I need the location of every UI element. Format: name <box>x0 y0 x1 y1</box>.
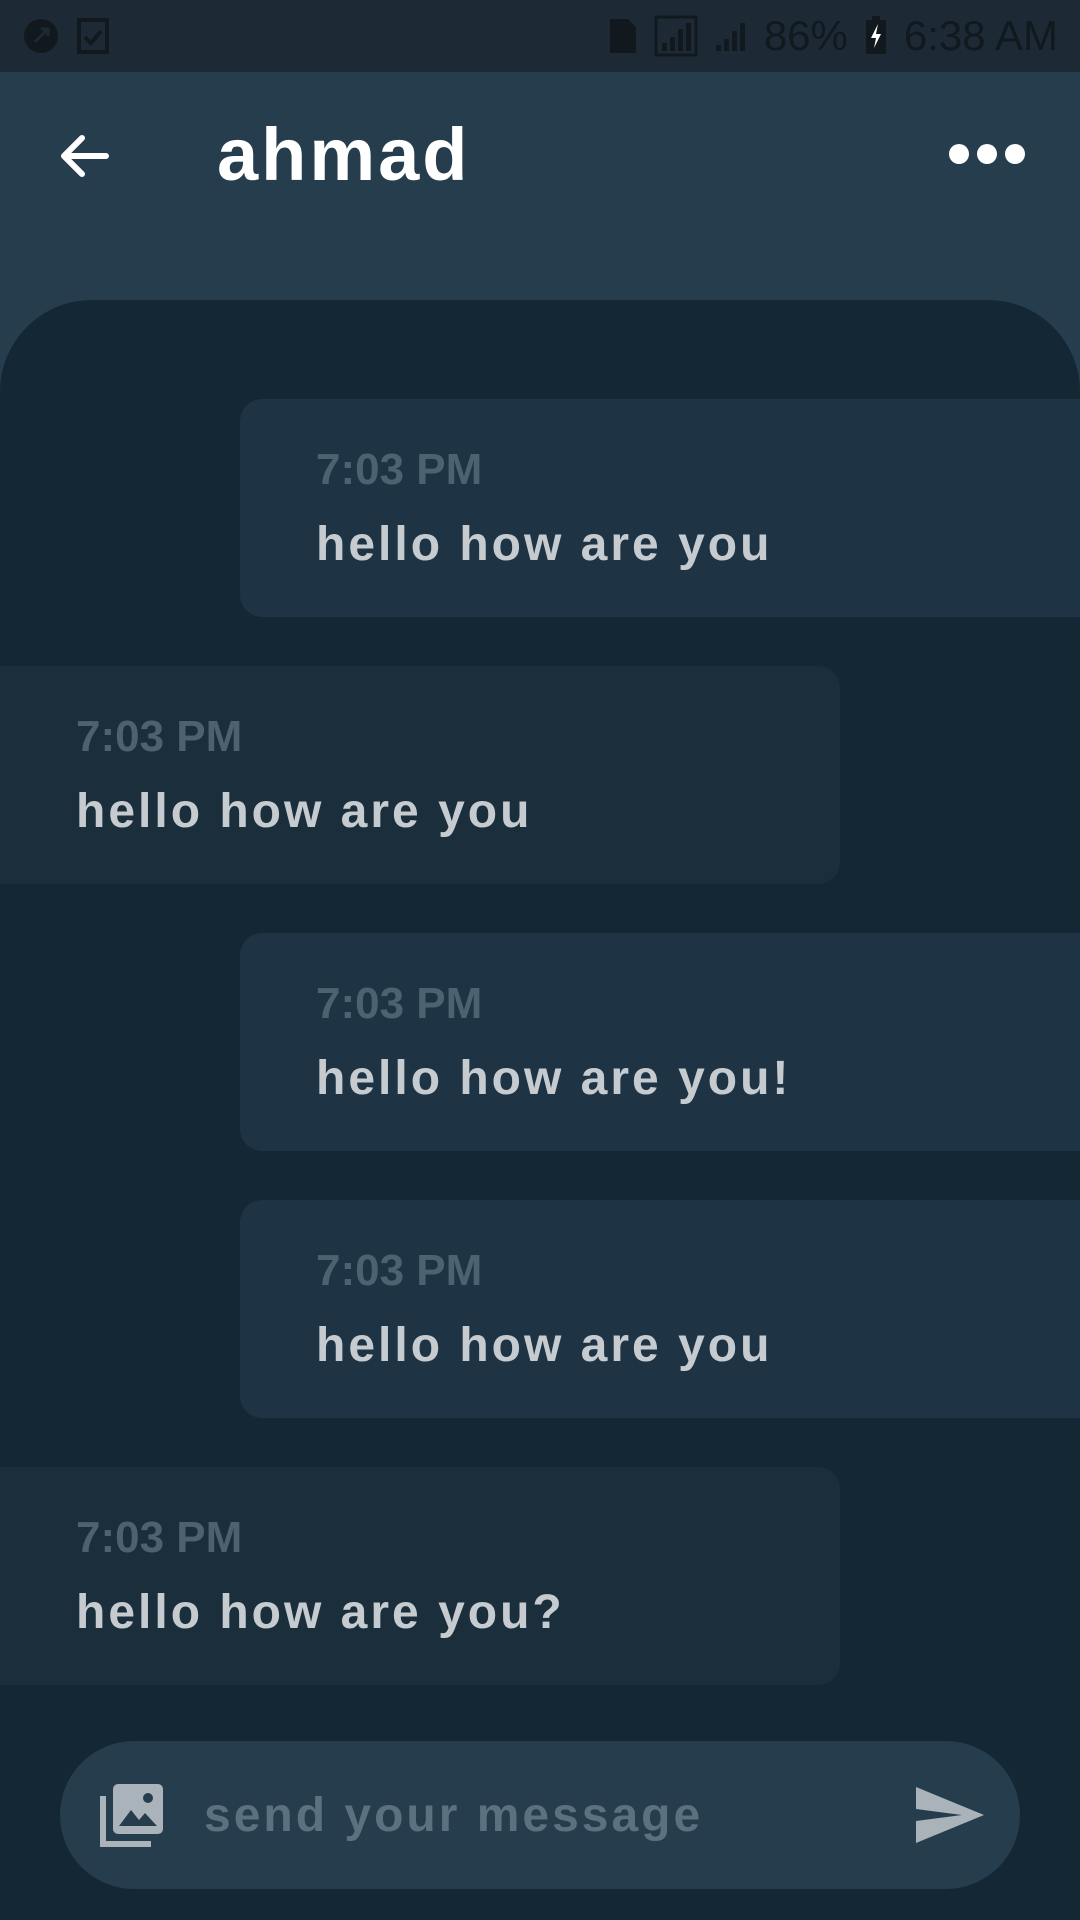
status-left <box>22 17 110 55</box>
message-time: 7:03 PM <box>316 1246 483 1295</box>
message-bubble-sent: 7:03 PM hello how are you <box>240 399 1080 617</box>
battery-percent: 86% <box>763 12 848 59</box>
message-text: hello how are you? <box>76 1586 565 1639</box>
message-bubble-received: 7:03 PM hello how are you? <box>0 1467 840 1685</box>
more-options-button[interactable] <box>942 134 1032 174</box>
send-button[interactable] <box>912 1779 988 1851</box>
message-text: hello how are you <box>316 518 773 571</box>
task-icon <box>76 17 110 55</box>
signal-icon <box>654 15 698 57</box>
message-list[interactable]: 7:03 PM hello how are you 7:03 PM hello … <box>0 300 1080 1920</box>
status-right: 86% 6:38 AM <box>608 12 1058 60</box>
message-input[interactable] <box>204 1771 904 1859</box>
message-bubble-sent: 7:03 PM hello how are you <box>240 1200 1080 1418</box>
arrow-left-icon <box>61 135 109 177</box>
send-icon <box>916 1787 984 1843</box>
notification-icon <box>22 17 60 55</box>
chat-header: ahmad <box>0 72 1080 237</box>
status-bar: 86% 6:38 AM <box>0 0 1080 72</box>
message-time: 7:03 PM <box>76 1513 243 1562</box>
battery-charging-icon <box>864 16 888 56</box>
photo-library-icon <box>100 1784 163 1847</box>
message-time: 7:03 PM <box>316 979 483 1028</box>
message-composer <box>60 1741 1020 1889</box>
message-text: hello how are you <box>76 785 533 838</box>
message-text: hello how are you! <box>316 1052 792 1105</box>
more-horizontal-icon <box>949 144 1025 164</box>
message-bubble-received: 7:03 PM hello how are you <box>0 666 840 884</box>
signal-bars-icon <box>714 19 748 53</box>
page-title: ahmad <box>217 113 471 196</box>
sim-icon <box>608 17 638 55</box>
status-time: 6:38 AM <box>903 12 1058 59</box>
back-button[interactable] <box>52 124 116 188</box>
message-bubble-sent: 7:03 PM hello how are you! <box>240 933 1080 1151</box>
attach-image-button[interactable] <box>96 1779 168 1851</box>
message-time: 7:03 PM <box>316 445 483 494</box>
message-text: hello how are you <box>316 1319 773 1372</box>
message-time: 7:03 PM <box>76 712 243 761</box>
